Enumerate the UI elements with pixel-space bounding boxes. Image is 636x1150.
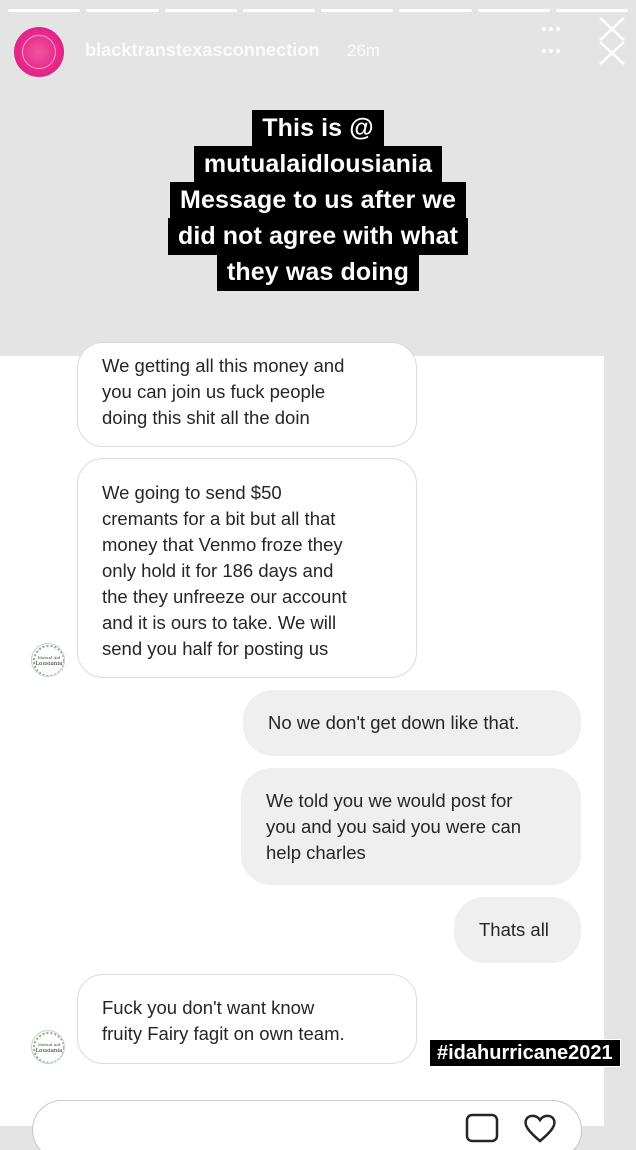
profile-avatar[interactable]: [14, 27, 64, 77]
hashtag-sticker[interactable]: #idahurricane2021: [429, 1039, 621, 1067]
caption-line: Message to us after we: [170, 181, 466, 219]
caption-line: did not agree with what: [167, 217, 469, 255]
photo-icon[interactable]: [465, 1113, 499, 1148]
sender-avatar: Mutual Aid Lousiania: [31, 643, 65, 677]
svg-text:Lousiania: Lousiania: [36, 1048, 64, 1054]
message-input-bar[interactable]: [32, 1100, 582, 1150]
message-bubble-outgoing: No we don't get down like that.: [243, 690, 581, 756]
story-caption: This is @ mutualaidlousiania Message to …: [0, 109, 636, 291]
svg-text:Mutual Aid: Mutual Aid: [38, 655, 61, 660]
caption-line: This is @: [252, 109, 384, 147]
story-progress-bar: [8, 9, 628, 12]
heart-icon[interactable]: [522, 1113, 558, 1148]
svg-text:Mutual Aid: Mutual Aid: [38, 1042, 61, 1047]
message-bubble-incoming: Fuck you don't want know fruity Fairy fa…: [77, 974, 417, 1064]
sender-avatar: Mutual Aid Lousiania: [31, 1030, 65, 1064]
message-bubble-incoming: We going to send $50 cremants for a bit …: [77, 458, 417, 678]
username[interactable]: blacktranstexasconnection: [85, 40, 320, 61]
message-bubble-outgoing: Thats all: [454, 897, 581, 963]
close-icon[interactable]: [596, 16, 628, 66]
message-bubble-outgoing: We told you we would post for you and yo…: [241, 768, 581, 885]
message-bubble-incoming: We getting all this money and you can jo…: [77, 342, 417, 447]
caption-line: mutualaidlousiania: [193, 145, 443, 183]
svg-text:Lousiania: Lousiania: [36, 661, 64, 667]
time-ago: 26m: [347, 41, 381, 60]
caption-line: they was doing: [217, 253, 419, 291]
more-icon[interactable]: [530, 22, 570, 60]
